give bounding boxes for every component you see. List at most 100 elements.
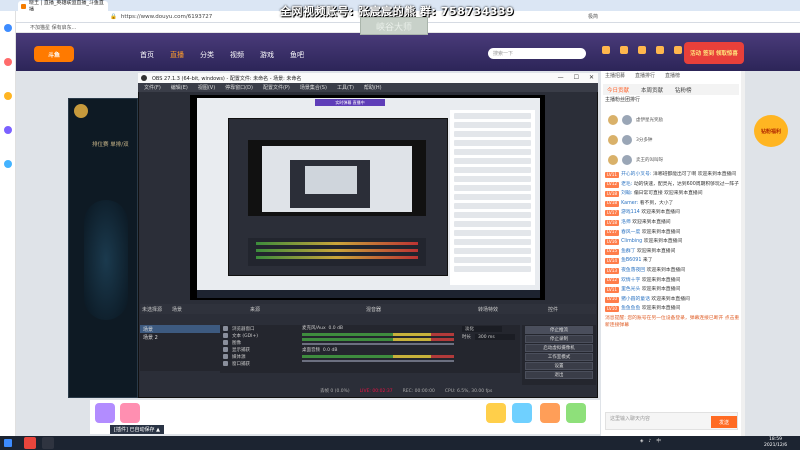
scene-item[interactable]: 场景 2 — [140, 333, 220, 341]
rail-item-follow[interactable] — [0, 45, 16, 79]
douyu-header-icons — [602, 46, 682, 54]
extension-label[interactable]: 极简 — [588, 13, 598, 20]
rail-item-game[interactable] — [0, 113, 16, 147]
chat-username[interactable]: Climbing — [621, 239, 642, 244]
menu-help[interactable]: 帮助(H) — [364, 84, 382, 91]
duration-field[interactable]: 时长 300 ms — [458, 333, 520, 341]
chat-username[interactable]: 游戏114 — [621, 210, 640, 215]
network-icon[interactable]: ◈ — [640, 439, 643, 444]
rank-row[interactable]: 3分多钟 — [608, 132, 736, 148]
chat-username[interactable]: 老毛: — [621, 182, 632, 187]
douyu-search-input[interactable]: 搜索一下 — [488, 48, 586, 59]
volume-slider[interactable] — [302, 360, 454, 362]
header-promo-banner[interactable]: 活动 签到 领取惊喜 — [684, 42, 744, 64]
source-item[interactable]: 图像 — [220, 339, 298, 346]
chat-username[interactable]: 鱼鱼鱼鱼 — [621, 306, 640, 311]
rail-item-rank[interactable] — [0, 79, 16, 113]
tab-diamond-fans[interactable]: 钻粉榜 — [675, 86, 692, 94]
cloud-icon — [4, 160, 12, 168]
source-item[interactable]: 媒体源 — [220, 353, 298, 360]
checkin-icon[interactable] — [674, 46, 682, 54]
level-badge: LV10 — [605, 296, 620, 303]
douyu-logo[interactable]: 斗鱼 — [34, 46, 74, 62]
chat-username[interactable]: 鱼群丁 — [621, 249, 635, 254]
menu-profile[interactable]: 配置文件(P) — [263, 84, 290, 91]
volume-meter — [302, 355, 454, 358]
chat-username[interactable]: 洛师 — [621, 220, 631, 225]
chat-message: LV18 洛师 欢迎来到本直播间 — [605, 218, 740, 228]
chat-username[interactable]: 猪小圆的童话 — [621, 297, 650, 302]
menu-scene-collection[interactable]: 场景集合(S) — [300, 84, 327, 91]
message-icon[interactable] — [638, 46, 646, 54]
source-item[interactable]: 文本 (GDI+) — [220, 332, 298, 339]
source-item[interactable]: 窗口捕获 — [220, 360, 298, 367]
close-icon[interactable]: ✕ — [589, 74, 594, 81]
send-button[interactable]: 发送 — [711, 416, 737, 428]
anchor-icon[interactable] — [602, 46, 610, 54]
live-board-link[interactable]: 直播榜 — [665, 72, 680, 79]
chat-username[interactable]: 鱼B6091 — [621, 258, 641, 263]
studio-mode-button[interactable]: 工作室模式 — [525, 353, 593, 361]
source-item[interactable]: 显示捕获 — [220, 346, 298, 353]
browser-tab[interactable]: 晓王 | 直播_英雄联盟直播_斗鱼直播 — [18, 0, 108, 13]
menu-view[interactable]: 视图(V) — [198, 84, 215, 91]
ime-icon[interactable]: 中 — [656, 438, 661, 444]
transition-select[interactable]: 淡化 — [458, 325, 520, 333]
source-item[interactable]: 浏览器窗口 — [220, 325, 298, 332]
chat-username[interactable]: 春风一度 — [621, 230, 640, 235]
chrome-icon[interactable] — [24, 437, 36, 449]
live-timer: LIVE: 00:02:37 — [359, 388, 393, 394]
chat-username[interactable]: Kamer: — [621, 201, 638, 206]
chat-username[interactable]: 夜鱼落夜回 — [621, 268, 645, 273]
download-notice[interactable]: [插件] 已自动保存 ▲ — [110, 425, 164, 434]
taskbar-clock[interactable]: 18:59 2021/12/6 — [764, 437, 787, 448]
virtual-camera-button[interactable]: 启动虚拟摄像机 — [525, 344, 593, 352]
windows-start-icon[interactable] — [4, 439, 12, 447]
rail-item-cloud[interactable] — [0, 147, 16, 181]
menu-tools[interactable]: 工具(T) — [337, 84, 354, 91]
menu-file[interactable]: 文件(F) — [144, 84, 161, 91]
gift-icon[interactable] — [486, 403, 506, 423]
tab-week[interactable]: 本周贡献 — [641, 86, 663, 94]
anchor-recruit-link[interactable]: 主播招募 — [605, 72, 625, 79]
rank-row[interactable]: 虚伊星光奖励 — [608, 112, 736, 128]
nav-live[interactable]: 直播 — [170, 50, 184, 60]
menu-docks[interactable]: 停靠窗口(D) — [225, 84, 253, 91]
stop-streaming-button[interactable]: 停止推流 — [525, 326, 593, 334]
gift-icon[interactable] — [566, 403, 586, 423]
nav-games[interactable]: 游戏 — [260, 50, 274, 60]
chat-username[interactable]: 里色光头 — [621, 287, 640, 292]
nav-category[interactable]: 分类 — [200, 50, 214, 60]
bookmark-item[interactable]: 不加猫星 保有启东... — [30, 24, 76, 31]
gift-icon[interactable] — [120, 403, 140, 423]
nav-video[interactable]: 视频 — [230, 50, 244, 60]
gift-icon[interactable] — [95, 403, 115, 423]
obs-icon[interactable] — [42, 437, 54, 449]
volume-icon[interactable]: ♪ — [648, 439, 651, 444]
audio-mixer-dock: 麦克风/Aux 0.0 dB 桌面音频 0.0 dB — [298, 325, 458, 373]
chat-username[interactable]: 刘翰: — [621, 191, 632, 196]
scene-item[interactable]: 场景 — [140, 325, 220, 333]
chat-scrollbar[interactable] — [741, 71, 745, 436]
stop-recording-button[interactable]: 停止录制 — [525, 335, 593, 343]
tab-today[interactable]: 今日贡献 — [607, 86, 629, 94]
chat-username[interactable]: 消息提醒: — [605, 316, 626, 321]
nav-fishbar[interactable]: 鱼吧 — [290, 50, 304, 60]
menu-edit[interactable]: 编辑(E) — [171, 84, 188, 91]
gift-icon[interactable] — [512, 403, 532, 423]
rail-item-home[interactable] — [0, 11, 16, 45]
nav-home[interactable]: 首页 — [140, 50, 154, 60]
live-rank-link[interactable]: 直播排行 — [635, 72, 655, 79]
chat-username[interactable]: 欢情十字 — [621, 278, 640, 283]
rank-row[interactable]: 卖王的叫叫呀 — [608, 152, 736, 168]
exit-button[interactable]: 退出 — [525, 371, 593, 379]
maximize-icon[interactable]: ☐ — [574, 74, 579, 81]
gift-icon[interactable] — [540, 403, 560, 423]
chat-username[interactable]: 开心的小叉号: — [621, 172, 651, 177]
volume-slider[interactable] — [302, 343, 454, 345]
diamond-fans-promo[interactable]: 钻粉福利 — [754, 115, 788, 147]
minimize-icon[interactable]: — — [558, 74, 564, 81]
task-icon[interactable] — [656, 46, 664, 54]
recharge-icon[interactable] — [620, 46, 628, 54]
settings-button[interactable]: 设置 — [525, 362, 593, 370]
